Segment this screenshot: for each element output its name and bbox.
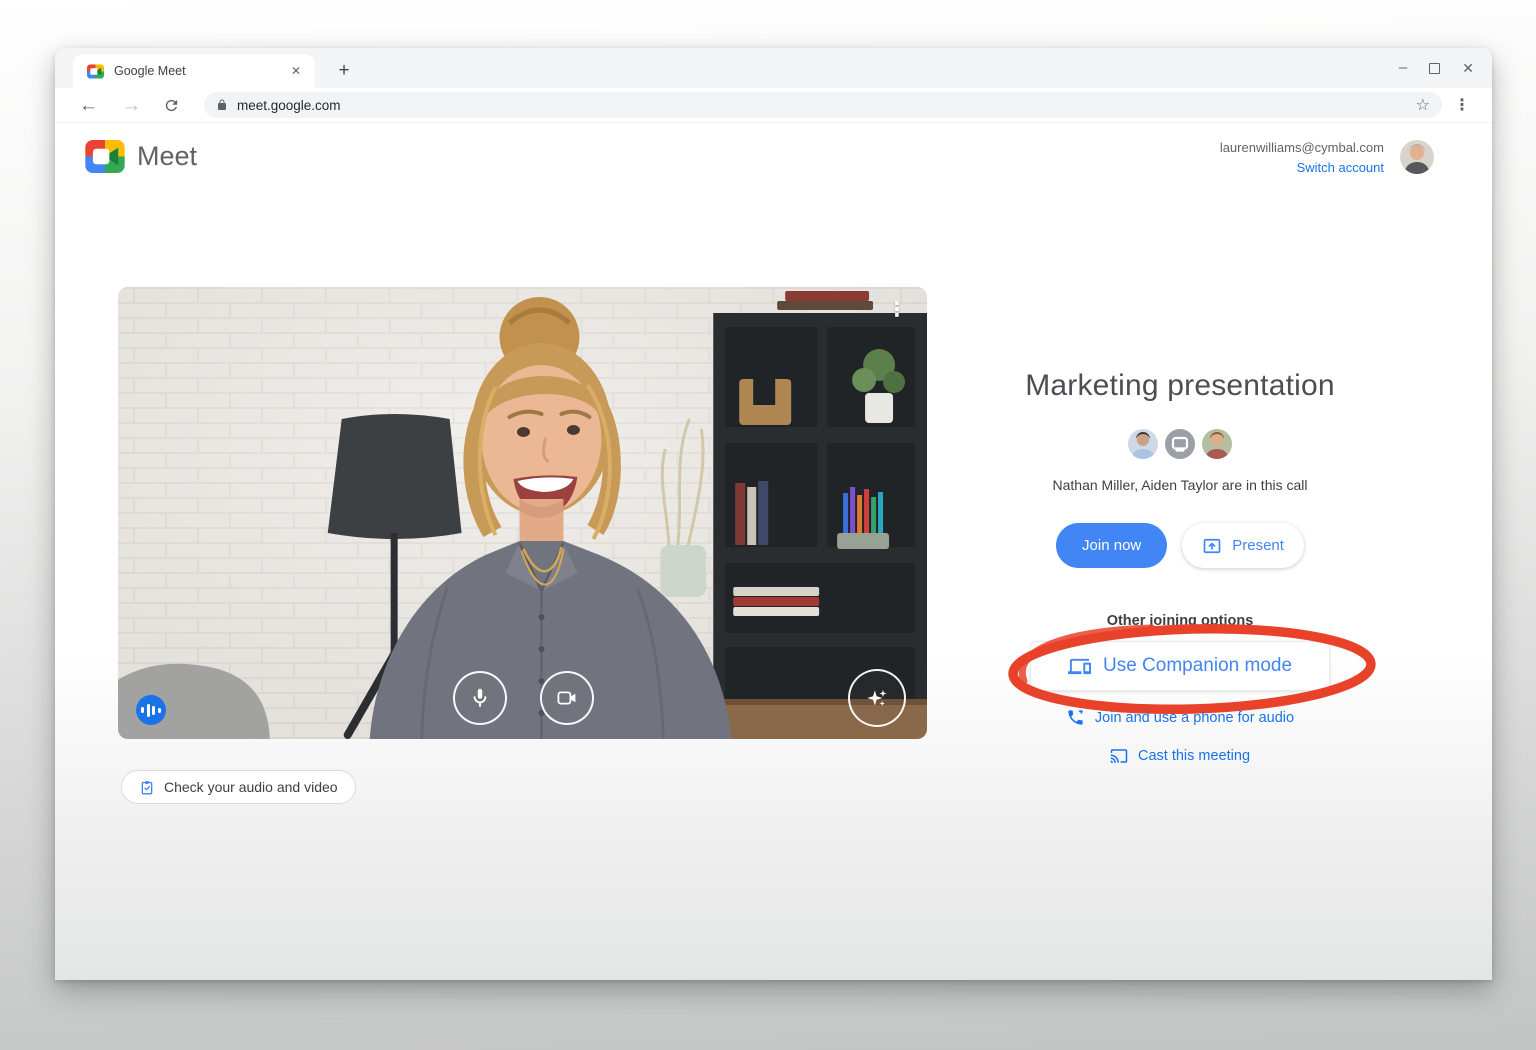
maximize-icon[interactable] bbox=[1429, 62, 1441, 74]
cast-icon bbox=[1110, 749, 1128, 763]
switch-account-link[interactable]: Switch account bbox=[1220, 158, 1384, 178]
video-frame-background: { "browser": { "tab_title": "Google Meet… bbox=[0, 0, 1536, 1050]
join-by-phone-link[interactable]: Join and use a phone for audio bbox=[980, 708, 1380, 727]
tab-close-icon[interactable]: ✕ bbox=[287, 62, 305, 80]
close-icon[interactable]: ✕ bbox=[1462, 60, 1474, 77]
new-tab-button[interactable]: + bbox=[331, 58, 357, 84]
cast-meeting-label: Cast this meeting bbox=[1137, 748, 1251, 764]
minimize-icon[interactable]: – bbox=[1399, 60, 1407, 75]
url-text: meet.google.com bbox=[237, 97, 341, 113]
participant-avatar-1 bbox=[1128, 429, 1158, 459]
video-scene bbox=[118, 287, 927, 739]
video-more-options-icon[interactable]: ⋮ bbox=[887, 297, 907, 322]
account-email: laurenwilliams@cymbal.com bbox=[1219, 140, 1384, 155]
camera-icon bbox=[557, 691, 576, 705]
other-joining-options-label: Other joining options bbox=[1106, 613, 1254, 629]
cta-row: Join now Present bbox=[980, 523, 1380, 568]
tab-google-meet[interactable]: Google Meet ✕ bbox=[73, 54, 315, 88]
present-button[interactable]: Present bbox=[1182, 523, 1304, 568]
camera-button[interactable] bbox=[540, 671, 594, 725]
meet-page: Meet laurenwilliams@cymbal.com Switch ac… bbox=[55, 124, 1492, 980]
meeting-title: Marketing presentation bbox=[1025, 369, 1335, 402]
back-icon[interactable]: ← bbox=[79, 96, 98, 115]
clipboard-check-icon bbox=[141, 780, 153, 794]
microphone-button[interactable] bbox=[453, 671, 507, 725]
companion-devices-icon bbox=[1067, 658, 1091, 674]
tab-title: Google Meet bbox=[114, 64, 186, 78]
sparkle-icon bbox=[867, 689, 887, 707]
account-avatar[interactable] bbox=[1400, 140, 1434, 174]
window-controls: – ✕ bbox=[1399, 51, 1474, 85]
app-name: Meet bbox=[137, 141, 198, 171]
present-icon bbox=[1203, 538, 1221, 553]
join-by-phone-label: Join and use a phone for audio bbox=[1094, 709, 1295, 726]
meeting-panel: Marketing presentation Nathan Miller, Ai… bbox=[980, 287, 1380, 847]
participant-avatar-2 bbox=[1202, 429, 1232, 459]
present-label: Present bbox=[1232, 537, 1284, 554]
meet-favicon-icon bbox=[87, 63, 104, 79]
join-now-button[interactable]: Join now bbox=[1056, 523, 1168, 568]
self-video-preview: ⋮ bbox=[118, 287, 927, 739]
use-companion-mode-button[interactable]: Use Companion mode bbox=[1030, 641, 1330, 691]
address-bar[interactable]: meet.google.com ☆ bbox=[204, 92, 1442, 118]
bookshelf bbox=[713, 291, 927, 715]
lock-icon bbox=[216, 98, 228, 112]
phone-audio-icon bbox=[1068, 709, 1084, 725]
participant-avatars bbox=[980, 429, 1380, 459]
meet-logo-icon bbox=[85, 140, 125, 173]
companion-label: Use Companion mode bbox=[1102, 655, 1293, 676]
check-audio-video-button[interactable]: Check your audio and video bbox=[121, 770, 356, 804]
browser-toolbar: ← → meet.google.com ☆ ⋮ bbox=[55, 88, 1492, 123]
participants-in-call-text: Nathan Miller, Aiden Taylor are in this … bbox=[1052, 477, 1308, 493]
browser-menu-icon[interactable]: ⋮ bbox=[1454, 95, 1470, 115]
forward-icon[interactable]: → bbox=[122, 96, 141, 115]
audio-level-indicator bbox=[136, 695, 166, 725]
tab-strip: Google Meet ✕ + – ✕ bbox=[55, 48, 1492, 88]
bookmark-star-icon[interactable]: ☆ bbox=[1416, 95, 1430, 115]
browser-window: Google Meet ✕ + – ✕ ← → meet.google.com … bbox=[55, 48, 1492, 980]
microphone-icon bbox=[473, 688, 487, 708]
cast-meeting-link[interactable]: Cast this meeting bbox=[980, 747, 1380, 765]
account-info: laurenwilliams@cymbal.com Switch account bbox=[1220, 138, 1384, 178]
reload-icon[interactable] bbox=[163, 97, 180, 114]
effects-button[interactable] bbox=[848, 669, 906, 727]
meet-header: Meet laurenwilliams@cymbal.com Switch ac… bbox=[55, 124, 1492, 194]
check-audio-video-label: Check your audio and video bbox=[164, 779, 338, 795]
presentation-participant-avatar bbox=[1165, 429, 1195, 459]
